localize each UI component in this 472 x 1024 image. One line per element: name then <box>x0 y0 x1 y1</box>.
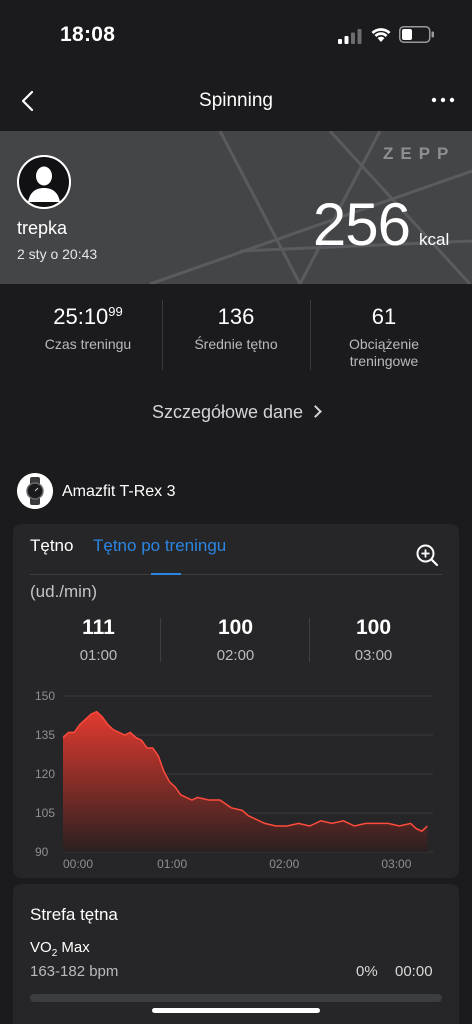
cellular-signal-icon <box>338 29 362 44</box>
heart-rate-chart: 150 135 120 105 90 00:00 01:00 02:00 03:00 <box>35 689 433 871</box>
y-tick-label: 120 <box>35 767 55 781</box>
y-tick-label: 105 <box>35 806 55 820</box>
summary-divider <box>160 618 161 662</box>
zone-duration: 00:00 <box>395 963 433 980</box>
x-tick-label: 03:00 <box>381 857 411 871</box>
zone-range: 163-182 bpm <box>30 963 119 980</box>
stat-avg-hr: 136 Średnie tętno <box>162 298 310 370</box>
summary-value: 100 <box>355 616 392 639</box>
stat-avg-hr-value: 136 <box>217 304 255 329</box>
status-time: 18:08 <box>60 23 116 46</box>
device-name: Amazfit T-Rex 3 <box>62 483 176 500</box>
home-indicator <box>152 1008 320 1013</box>
chart-unit-label: (ud./min) <box>30 582 98 601</box>
stat-training-load-value: 61 <box>371 304 397 329</box>
x-tick-label: 01:00 <box>157 857 187 871</box>
tab-post-workout-heart-rate[interactable]: Tętno po treningu <box>93 536 226 556</box>
heart-rate-summary: 111 01:00 100 02:00 100 03:00 <box>30 616 442 668</box>
stat-duration-label: Czas treningu <box>44 336 132 352</box>
x-tick-label: 02:00 <box>269 857 299 871</box>
workout-date: 2 sty o 20:43 <box>17 246 98 262</box>
user-silhouette-icon <box>17 155 71 209</box>
heart-rate-zone-card: Strefa tętna VO2 Max 163-182 bpm 0% 00:0… <box>13 884 459 1024</box>
more-options-button[interactable] <box>428 90 458 110</box>
calories-value: 256 <box>312 191 411 258</box>
avatar[interactable] <box>17 155 71 209</box>
summary-item: 100 03:00 <box>305 616 442 664</box>
chevron-right-icon <box>309 405 322 418</box>
stat-avg-hr-label: Średnie tętno <box>194 336 278 352</box>
zone-card-title: Strefa tętna <box>30 905 118 924</box>
heart-rate-card: Tętno Tętno po treningu (ud./min) 111 01… <box>13 524 459 878</box>
username: trepka <box>17 218 68 238</box>
stat-training-load: 61 Obciążenie treningowe <box>310 298 458 370</box>
calories-unit: kcal <box>419 230 450 249</box>
zone-name: VO2 Max <box>30 939 90 959</box>
watch-icon <box>17 473 53 509</box>
stat-duration-value: 25:1099 <box>53 304 123 329</box>
workout-stats: 25:1099 Czas treningu 136 Średnie tętno … <box>14 298 458 370</box>
summary-time: 01:00 <box>79 647 118 664</box>
nav-bar: Spinning <box>0 78 472 126</box>
battery-icon <box>399 26 434 43</box>
zone-percent: 0% <box>356 963 378 980</box>
tab-separator <box>30 574 442 575</box>
detailed-data-link[interactable]: Szczegółowe dane <box>0 402 472 423</box>
stat-duration-hundredths: 99 <box>108 304 123 319</box>
y-tick-label: 135 <box>35 728 55 742</box>
zepp-logo: ZEPP <box>383 144 456 163</box>
x-tick-label: 00:00 <box>63 857 93 871</box>
detailed-data-label: Szczegółowe dane <box>151 402 304 422</box>
status-bar: 18:08 <box>0 0 472 70</box>
stat-training-load-label: Obciążenie treningowe <box>348 336 420 369</box>
tab-active-indicator <box>151 573 181 575</box>
wifi-icon <box>371 28 391 42</box>
summary-value: 111 <box>82 616 115 639</box>
summary-item: 111 01:00 <box>30 616 167 664</box>
zone-progress-bar <box>30 994 442 1002</box>
tab-heart-rate[interactable]: Tętno <box>30 536 73 556</box>
stat-duration: 25:1099 Czas treningu <box>14 298 162 370</box>
summary-time: 03:00 <box>354 647 393 664</box>
page-title: Spinning <box>199 90 273 111</box>
summary-value: 100 <box>217 616 254 639</box>
summary-item: 100 02:00 <box>167 616 304 664</box>
zoom-in-button[interactable] <box>415 543 439 567</box>
y-tick-label: 150 <box>35 689 55 703</box>
heart-rate-area <box>63 711 428 852</box>
summary-time: 02:00 <box>216 647 255 664</box>
y-tick-label: 90 <box>35 845 49 859</box>
